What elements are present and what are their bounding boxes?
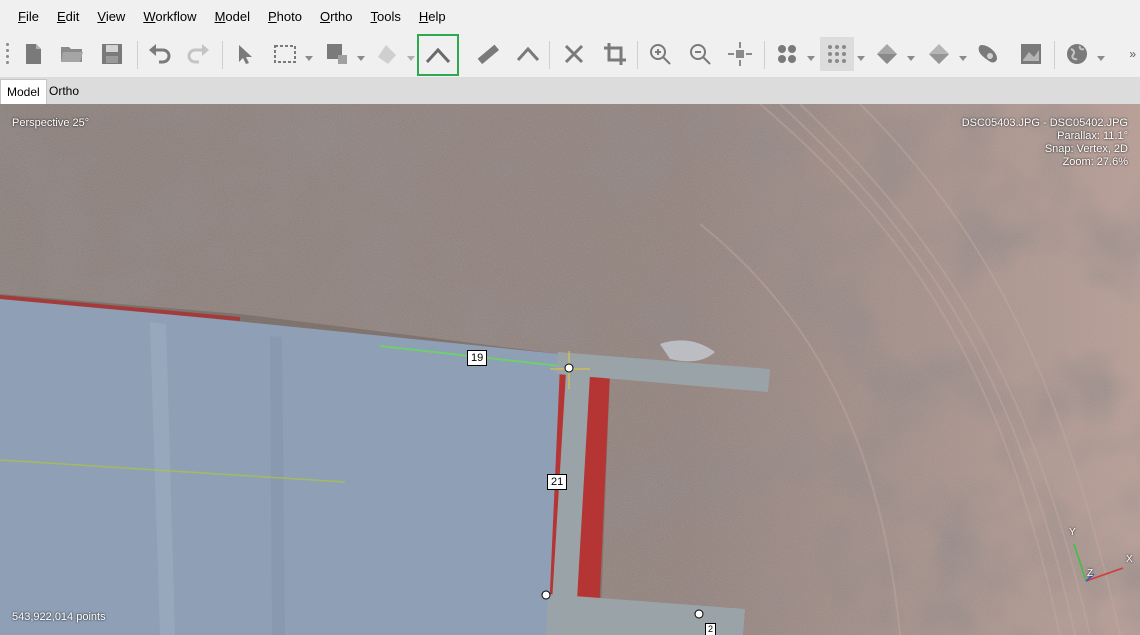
draw-line-icon[interactable] [511,37,545,71]
menu-view[interactable]: View [88,0,134,33]
delete-icon[interactable] [557,37,591,71]
toolbar-separator [222,41,223,69]
draw-polygon-icon[interactable] [370,37,404,71]
undo-icon[interactable] [142,37,176,71]
chevron-down-icon[interactable] [357,51,365,61]
view-tabs: Model Ortho [0,77,1140,105]
toolbar-separator [637,41,638,69]
axis-y-label: Y [1069,527,1076,538]
zoom-in-icon[interactable] [643,37,677,71]
point-cloud-icon[interactable] [770,37,804,71]
mesh-solid-icon[interactable] [870,37,904,71]
tab-ortho[interactable]: Ortho [43,79,85,104]
new-document-icon[interactable] [16,37,50,71]
axis-z-label: Z [1087,568,1094,579]
toolbar-overflow-button[interactable]: » [1129,47,1136,61]
save-icon[interactable] [95,37,129,71]
chevron-down-icon[interactable] [1097,51,1105,61]
toolbar-grip[interactable] [6,43,10,67]
viewport-info: DSC05403.JPG - DSC05402.JPG Parallax: 11… [962,117,1128,169]
image-pair-label: DSC05403.JPG - DSC05402.JPG [961,117,1128,129]
parallax-label: Parallax: 11.1° [1057,130,1128,142]
chevron-down-icon[interactable] [305,51,313,61]
mesh-textured-icon[interactable] [922,37,956,71]
model-viewport[interactable]: Perspective 25° DSC05403.JPG - DSC05402.… [0,104,1140,635]
menu-help[interactable]: Help [410,0,455,33]
globe-icon[interactable] [1060,37,1094,71]
chevron-down-icon[interactable] [857,51,865,61]
toolbar-separator [549,41,550,69]
menu-file[interactable]: File [0,0,48,33]
crop-icon[interactable] [598,37,632,71]
reset-view-icon[interactable] [723,37,757,71]
redo-icon[interactable] [182,37,216,71]
chevron-down-icon[interactable] [959,51,967,61]
navigation-tool-icon[interactable] [320,37,354,71]
ruler-icon[interactable] [471,37,505,71]
open-folder-icon[interactable] [55,37,89,71]
dense-cloud-icon[interactable] [820,37,854,71]
menu-workflow[interactable]: Workflow [134,0,205,33]
menu-model[interactable]: Model [206,0,259,33]
chevron-down-icon[interactable] [407,51,415,61]
draw-polyline-icon[interactable] [417,34,459,76]
toolbar-separator [764,41,765,69]
point-count-label: 543,922,014 points [12,611,106,623]
zoom-out-icon[interactable] [683,37,717,71]
chevron-down-icon[interactable] [907,51,915,61]
perspective-label: Perspective 25° [12,117,90,129]
zoom-label: Zoom: 27.6% [1062,156,1128,168]
chevron-down-icon[interactable] [807,51,815,61]
toolbar-separator [137,41,138,69]
menu-bar: File Edit View Workflow Model Photo Orth… [0,0,1140,33]
menu-photo[interactable]: Photo [259,0,311,33]
segment-label[interactable]: 21 [547,474,568,490]
rectangle-selection-icon[interactable] [268,37,302,71]
tiled-model-icon[interactable] [972,37,1006,71]
select-pointer-icon[interactable] [226,37,260,71]
menu-tools[interactable]: Tools [362,0,410,33]
segment-label[interactable]: 19 [467,350,488,366]
tab-model[interactable]: Model [0,79,47,105]
snap-label: Snap: Vertex, 2D [1044,143,1128,155]
toolbar: » [0,33,1140,77]
menu-edit[interactable]: Edit [48,0,88,33]
dem-icon[interactable] [1014,37,1048,71]
menu-ortho[interactable]: Ortho [311,0,362,33]
scene-render [0,104,1140,635]
segment-label[interactable]: 2 [705,623,717,635]
toolbar-separator [1054,41,1055,69]
axis-x-label: X [1126,554,1133,565]
